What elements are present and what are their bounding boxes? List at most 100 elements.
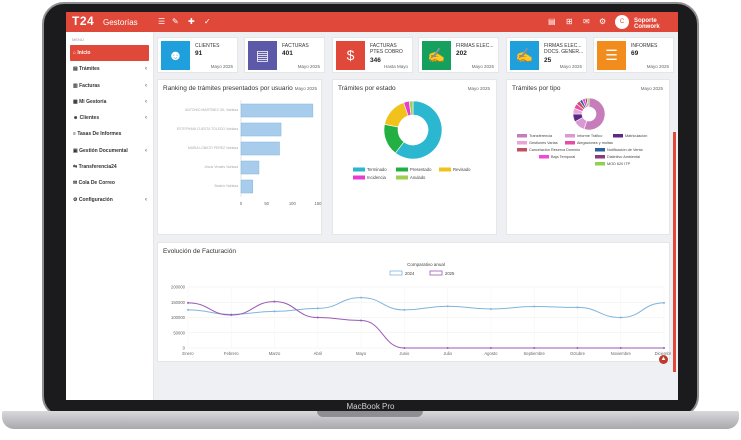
sidebar-item-transferencia24[interactable]: ⇆ Transferencia24 (66, 159, 153, 175)
estado-chart: Terminado Presentado Revisado Incidencia Anu… (353, 100, 471, 180)
legend-swatch (353, 175, 365, 180)
legend-label: Incidencia (367, 175, 387, 180)
stat-card[interactable]: ☰ INFORMES 69 Mayo 2025 (593, 37, 674, 73)
stat-label: FACTURAS (282, 43, 309, 49)
sitemap-icon[interactable]: ⊞ (566, 17, 573, 26)
data-point (273, 310, 276, 313)
document-check-icon[interactable]: ✓ (204, 17, 211, 26)
data-point (230, 314, 233, 317)
bar (240, 103, 314, 118)
legend-label: Anulado (410, 175, 426, 180)
tipo-chart: Transferencia Informe Tráfico Matriculació… (517, 97, 647, 166)
legend-swatch (517, 141, 527, 145)
legend-label: Cancelación Reserva Dominio (529, 148, 580, 152)
y-tick-label: 200000 (171, 285, 186, 290)
ranking-panel: Ranking de trámites presentados por usua… (157, 79, 322, 235)
money-hand-icon: $ (336, 41, 365, 70)
sidebar-item-clientes[interactable]: ☻ Clientes ‹ (66, 110, 153, 126)
x-tick-label: 0 (240, 201, 243, 206)
stat-date: Mayo 2025 (297, 64, 320, 69)
document-add-icon[interactable]: ✚ (188, 17, 195, 26)
sidebar-item-mi-gestor-a[interactable]: ▦ Mi Gestoría ‹ (66, 94, 153, 110)
document-edit-icon[interactable]: ✎ (172, 17, 179, 26)
data-point (489, 307, 492, 310)
document-icon[interactable]: ▤ (548, 17, 556, 26)
app-logo[interactable]: T24 (72, 14, 94, 28)
data-point (360, 319, 363, 322)
stat-label: FIRMAS ELEC... (456, 43, 494, 49)
sidebar-item-tasas-de-informes[interactable]: ≡ Tasas De Informes (66, 126, 153, 142)
stat-label: INFORMES (631, 43, 658, 49)
scrollbar[interactable] (673, 132, 676, 372)
series-line (187, 297, 665, 319)
category-label: Beatriz Vairlasa (215, 184, 239, 188)
back-to-top-button[interactable]: ▲ (659, 355, 668, 364)
panel-title: Evolución de Facturación (163, 248, 236, 255)
sidebar-item-tr-mites[interactable]: ▤ Trámites ‹ (66, 61, 153, 77)
chevron-left-icon: ‹ (145, 115, 147, 122)
stat-label: CLIENTES (195, 43, 220, 49)
gear-icon[interactable]: ⚙ (599, 17, 606, 26)
data-point (187, 301, 189, 304)
mail-icon[interactable]: ✉ (583, 17, 590, 26)
menu-toggle-icon[interactable]: ☰ (158, 17, 165, 26)
users-icon: ☻ (73, 115, 80, 122)
sidebar-item-label: Cola De Correo (78, 180, 115, 187)
user-name[interactable]: Soporte Conwork (634, 18, 678, 30)
data-point (446, 305, 449, 308)
y-tick-label: 50000 (173, 330, 185, 335)
legend-label: Alegaciones y multas (577, 141, 613, 145)
stat-value: 69 (631, 50, 639, 57)
stat-card[interactable]: ☻ CLIENTES 91 Mayo 2025 (157, 37, 238, 73)
sidebar-item-label: Tasas De Informes (77, 131, 122, 138)
chevron-left-icon: ‹ (145, 98, 147, 105)
data-point (533, 347, 536, 349)
legend-swatch (517, 134, 527, 138)
sidebar-item-inicio[interactable]: ⌂ Inicio (70, 45, 149, 62)
device-brand: MacBook Pro (346, 402, 395, 411)
x-tick-label: Enero (182, 351, 194, 356)
legend-swatch (595, 155, 605, 159)
signature-icon: ✍ (510, 41, 539, 70)
category-label: ANTONIO MARTINEZ GIL Vairlasa (185, 108, 238, 112)
stat-card[interactable]: ▤ FACTURAS 401 Mayo 2025 (244, 37, 325, 73)
legend-label: Informe Tráfico (577, 134, 602, 138)
legend-swatch (517, 148, 527, 152)
legend-swatch (565, 134, 575, 138)
sidebar-item-label: Transferencia24 (78, 164, 117, 171)
x-tick-label: Octubre (570, 351, 586, 356)
y-tick-label: 150000 (171, 300, 186, 305)
sidebar-item-cola-de-correo[interactable]: ✉ Cola De Correo (66, 175, 153, 191)
data-point (403, 347, 406, 349)
evolucion-panel: Evolución de Facturación Comparativo anu… (157, 242, 671, 362)
stat-card[interactable]: $ FACTURAS PTES COBRO 346 Hasta Mayo (332, 37, 413, 73)
legend-swatch (439, 167, 451, 172)
legend-swatch (595, 162, 605, 166)
stat-card[interactable]: ✍ FIRMAS ELEC... 202 Mayo 2025 (418, 37, 499, 73)
sidebar-item-label: Mi Gestoría (79, 98, 107, 105)
legend-swatch (389, 270, 403, 276)
panel-title: Trámites por tipo (512, 85, 561, 92)
category-label: Jesus Vivales Vairlasa (204, 165, 238, 169)
legend-label: Revisado (453, 167, 471, 172)
legend-swatch (565, 141, 575, 145)
data-point (619, 316, 622, 319)
data-point (187, 308, 189, 311)
bar (240, 122, 282, 137)
sidebar-item-facturas[interactable]: ▥ Facturas ‹ (66, 78, 153, 94)
bar (240, 141, 280, 156)
stat-date: Mayo 2025 (471, 64, 494, 69)
avatar[interactable]: C (615, 15, 629, 29)
users-icon: ☻ (161, 41, 190, 70)
sidebar-item-label: Gestión Documental (79, 147, 128, 154)
legend-label: Gestiones Varias (529, 141, 558, 145)
panel-date: Mayo 2025 (467, 86, 490, 91)
stat-value: 346 (370, 57, 381, 64)
x-tick-label: 100 (289, 201, 297, 206)
x-tick-label: Agosto (484, 351, 498, 356)
sidebar-item-configuraci-n[interactable]: ⚙ Configuración ‹ (66, 192, 153, 208)
legend-label: Baja Temporal (551, 155, 575, 159)
stat-card[interactable]: ✍ FIRMAS ELEC... DOCS. GENER... 25 Mayo 202… (506, 37, 587, 73)
sidebar-item-gesti-n-documental[interactable]: ▣ Gestión Documental ‹ (66, 143, 153, 159)
stat-date: Mayo 2025 (559, 64, 582, 69)
